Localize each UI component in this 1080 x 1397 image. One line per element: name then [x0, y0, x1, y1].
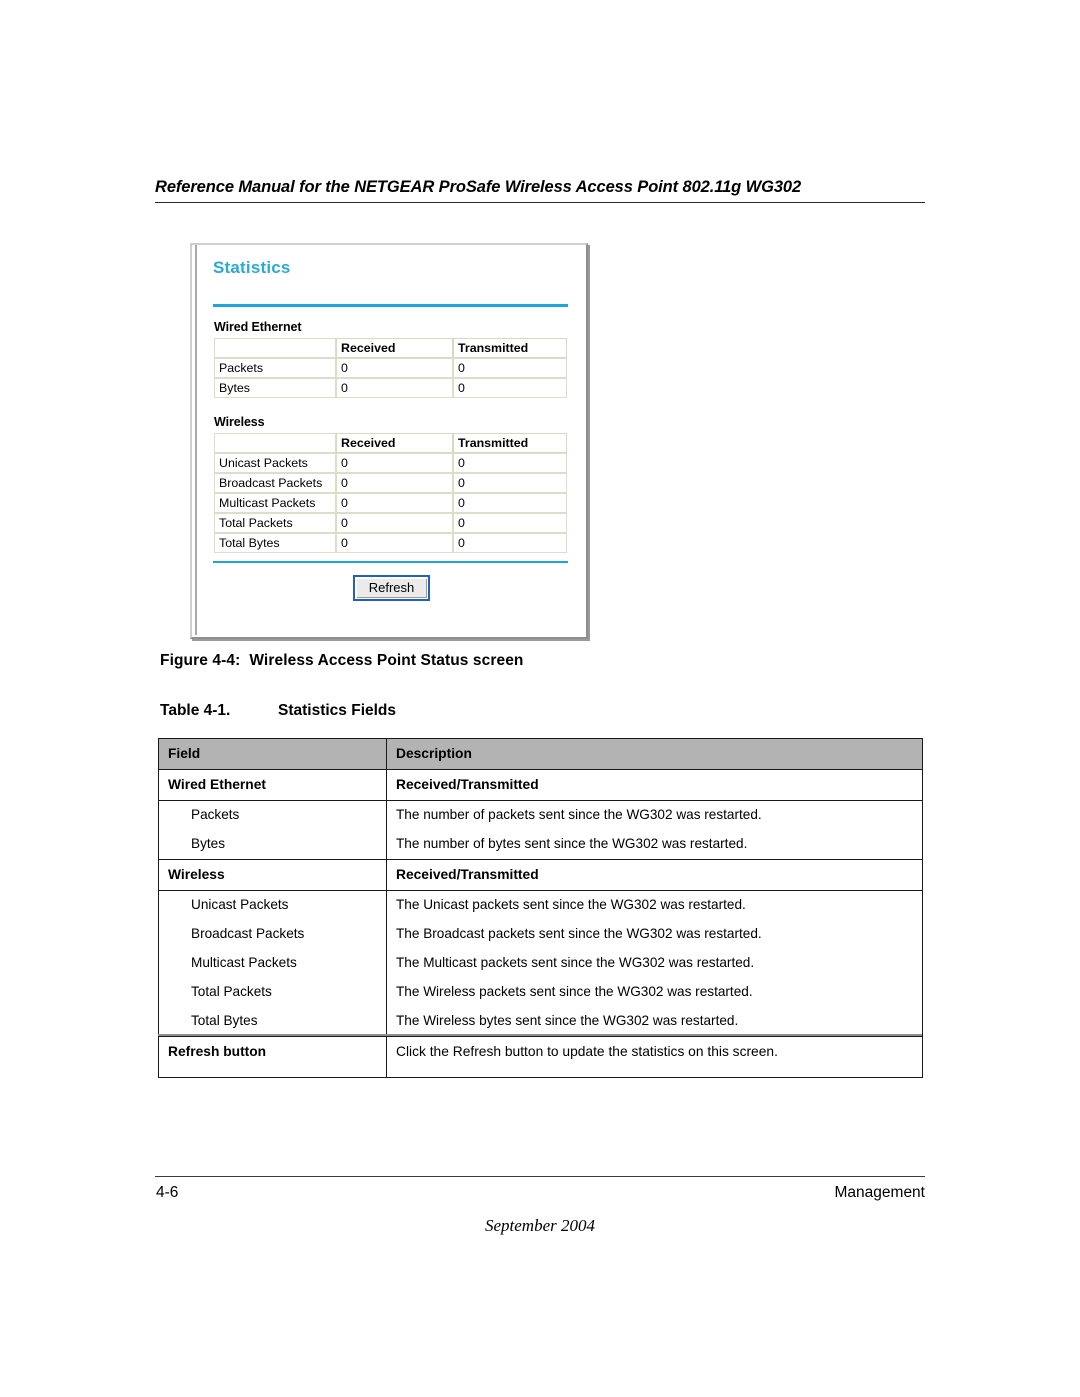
wireless-table: Received Transmitted Unicast Packets 0 0… — [214, 432, 567, 553]
table-row: Packets The number of packets sent since… — [158, 800, 923, 830]
wireless-row-received: 0 — [336, 452, 453, 473]
description-unicast-packets: The Unicast packets sent since the WG302… — [386, 890, 923, 920]
wireless-col-blank — [214, 432, 336, 453]
footer-rule — [155, 1176, 925, 1177]
wired-ethernet-table: Received Transmitted Packets 0 0 Bytes 0… — [214, 337, 567, 398]
field-total-bytes: Total Bytes — [158, 1007, 387, 1037]
group-field-wired-ethernet: Wired Ethernet — [158, 769, 387, 801]
wired-row-transmitted: 0 — [453, 357, 567, 378]
wired-col-transmitted: Transmitted — [453, 337, 567, 358]
footer-chapter: Management — [834, 1184, 925, 1201]
table-row: Unicast Packets The Unicast packets sent… — [158, 890, 923, 920]
field-refresh-button: Refresh button — [158, 1036, 387, 1067]
wireless-row-label: Total Packets — [214, 512, 336, 533]
wired-row-transmitted: 0 — [453, 377, 567, 398]
wireless-row-transmitted: 0 — [453, 472, 567, 493]
wireless-row-transmitted: 0 — [453, 532, 567, 553]
statistics-screen-body: Statistics Wired Ethernet Received Trans… — [195, 245, 584, 635]
wireless-row-transmitted: 0 — [453, 452, 567, 473]
wireless-col-received: Received — [336, 432, 453, 453]
table-row: Refresh button Click the Refresh button … — [158, 1036, 923, 1067]
description-broadcast-packets: The Broadcast packets sent since the WG3… — [386, 920, 923, 949]
spacer-cell-left — [158, 1067, 387, 1078]
field-packets: Packets — [158, 800, 387, 830]
table-caption-number: Table 4-1. — [160, 702, 231, 719]
wired-row-received: 0 — [336, 377, 453, 398]
table-row: Broadcast Packets 0 0 — [214, 472, 567, 493]
column-header-description: Description — [386, 738, 923, 770]
running-header-rule — [155, 202, 925, 203]
table-header-row: Received Transmitted — [214, 337, 567, 358]
wired-row-received: 0 — [336, 357, 453, 378]
running-header: Reference Manual for the NETGEAR ProSafe… — [155, 178, 925, 203]
group-description-wireless: Received/Transmitted — [386, 859, 923, 891]
table-row: Bytes The number of bytes sent since the… — [158, 830, 923, 860]
table-header-row: Field Description — [158, 738, 923, 770]
wireless-row-label: Multicast Packets — [214, 492, 336, 513]
wired-row-label: Bytes — [214, 377, 336, 398]
table-row: Multicast Packets 0 0 — [214, 492, 567, 513]
statistics-fields-table: Field Description Wired Ethernet Receive… — [158, 738, 923, 1078]
table-row: Packets 0 0 — [214, 357, 567, 378]
refresh-button-container: Refresh — [213, 575, 570, 601]
footer-date: September 2004 — [484, 1216, 595, 1235]
running-header-text: Reference Manual for the NETGEAR ProSafe… — [155, 178, 802, 196]
wireless-row-received: 0 — [336, 492, 453, 513]
wireless-row-received: 0 — [336, 532, 453, 553]
wireless-row-received: 0 — [336, 512, 453, 533]
footer-page-number: 4-6 — [156, 1184, 179, 1201]
table-caption-text: Statistics Fields — [278, 702, 397, 719]
field-multicast-packets: Multicast Packets — [158, 949, 387, 978]
table-row: Total Bytes The Wireless bytes sent sinc… — [158, 1007, 923, 1037]
document-page: Reference Manual for the NETGEAR ProSafe… — [0, 0, 1080, 1397]
table-bottom-rule — [158, 1034, 922, 1036]
refresh-button[interactable]: Refresh — [352, 575, 431, 601]
spacer-cell-right — [386, 1067, 923, 1078]
figure-caption-number: Figure 4-4: — [160, 652, 241, 669]
wireless-row-transmitted: 0 — [453, 492, 567, 513]
column-header-field: Field — [158, 738, 387, 770]
wireless-col-transmitted: Transmitted — [453, 432, 567, 453]
field-unicast-packets: Unicast Packets — [158, 890, 387, 920]
table-row: Unicast Packets 0 0 — [214, 452, 567, 473]
wireless-row-label: Unicast Packets — [214, 452, 336, 473]
wireless-row-transmitted: 0 — [453, 512, 567, 533]
table-group-row: Wireless Received/Transmitted — [158, 859, 923, 891]
table-row: Broadcast Packets The Broadcast packets … — [158, 920, 923, 949]
wireless-section-label: Wireless — [214, 414, 265, 429]
wired-row-label: Packets — [214, 357, 336, 378]
wired-col-blank — [214, 337, 336, 358]
description-refresh-button: Click the Refresh button to update the s… — [386, 1036, 923, 1067]
table-bottom-spacer-row — [158, 1067, 923, 1078]
statistics-screenshot: Statistics Wired Ethernet Received Trans… — [190, 243, 588, 639]
wireless-row-label: Total Bytes — [214, 532, 336, 553]
table-group-row: Wired Ethernet Received/Transmitted — [158, 769, 923, 801]
group-field-wireless: Wireless — [158, 859, 387, 891]
description-bytes: The number of bytes sent since the WG302… — [386, 830, 923, 860]
figure-caption: Figure 4-4: Wireless Access Point Status … — [160, 652, 524, 670]
wireless-row-label: Broadcast Packets — [214, 472, 336, 493]
wired-col-received: Received — [336, 337, 453, 358]
field-total-packets: Total Packets — [158, 978, 387, 1007]
field-broadcast-packets: Broadcast Packets — [158, 920, 387, 949]
table-row: Total Packets 0 0 — [214, 512, 567, 533]
field-bytes: Bytes — [158, 830, 387, 860]
description-total-bytes: The Wireless bytes sent since the WG302 … — [386, 1007, 923, 1037]
accent-divider-bottom — [213, 560, 568, 563]
wired-ethernet-section-label: Wired Ethernet — [214, 319, 302, 334]
accent-divider-top — [213, 304, 568, 307]
table-header-row: Received Transmitted — [214, 432, 567, 453]
description-multicast-packets: The Multicast packets sent since the WG3… — [386, 949, 923, 978]
figure-caption-text: Wireless Access Point Status screen — [249, 652, 524, 669]
wireless-row-received: 0 — [336, 472, 453, 493]
statistics-page-title: Statistics — [213, 258, 291, 277]
description-packets: The number of packets sent since the WG3… — [386, 800, 923, 830]
group-description-wired-ethernet: Received/Transmitted — [386, 769, 923, 801]
table-row: Multicast Packets The Multicast packets … — [158, 949, 923, 978]
table-row: Bytes 0 0 — [214, 377, 567, 398]
table-row: Total Packets The Wireless packets sent … — [158, 978, 923, 1007]
description-total-packets: The Wireless packets sent since the WG30… — [386, 978, 923, 1007]
table-caption: Table 4-1. Statistics Fields — [160, 702, 396, 720]
table-row: Total Bytes 0 0 — [214, 532, 567, 553]
